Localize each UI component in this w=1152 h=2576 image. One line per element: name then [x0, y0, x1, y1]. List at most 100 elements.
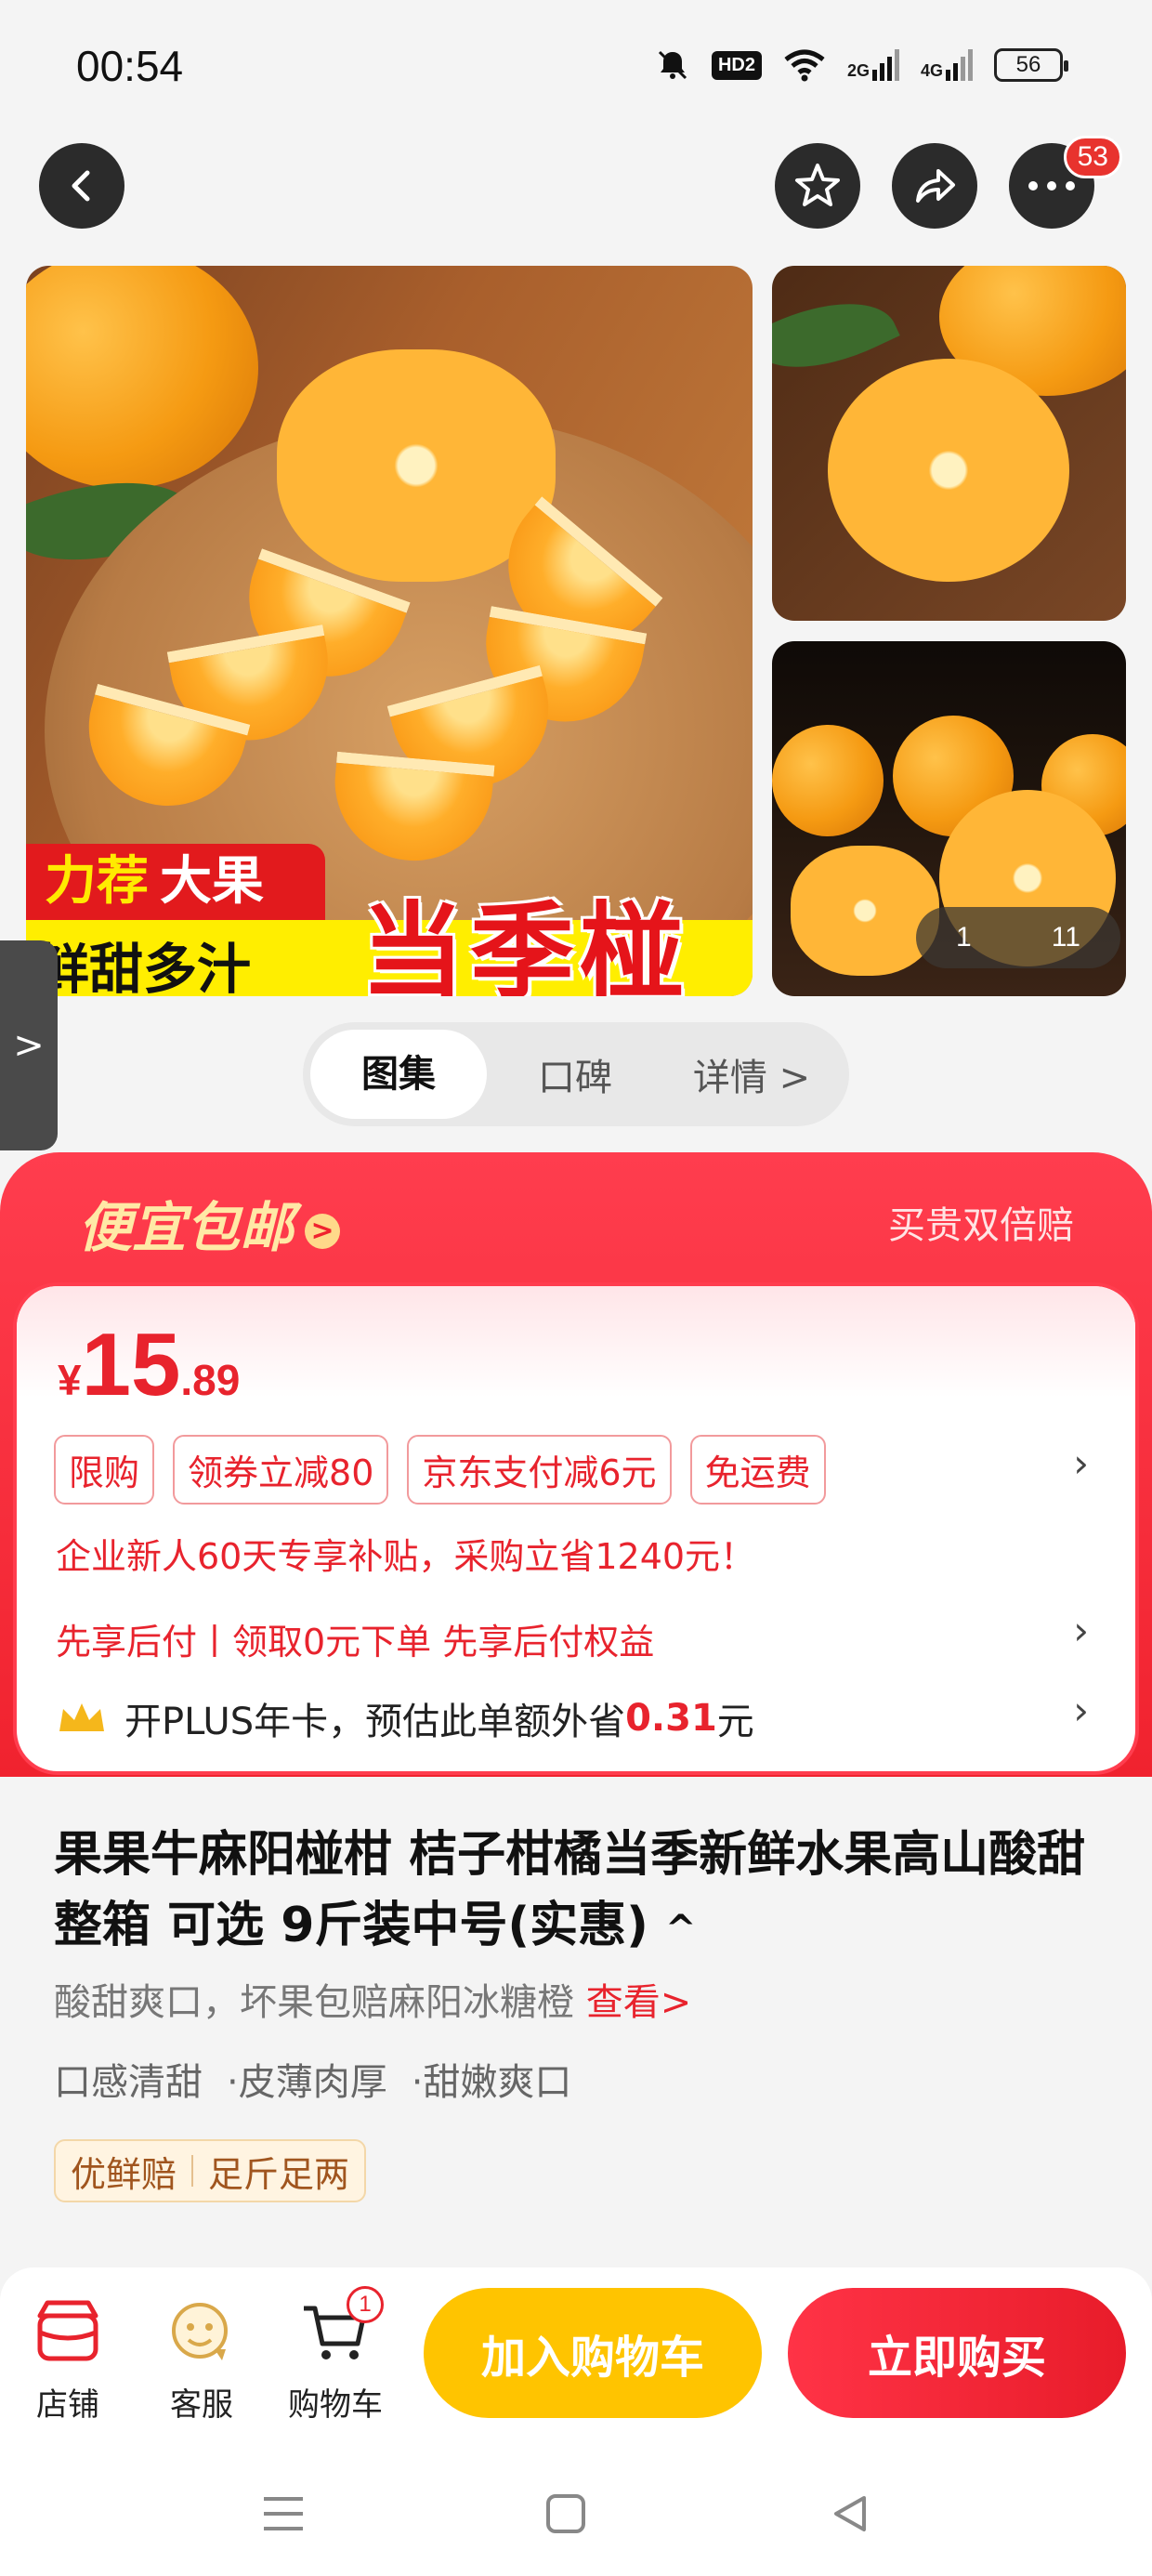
- promo-tag: 限购: [54, 1435, 155, 1505]
- title-expand-toggle[interactable]: ^: [665, 1908, 697, 1951]
- feature-item: ·皮薄肉厚: [227, 2061, 387, 2104]
- price-decimal: .89: [180, 1356, 241, 1404]
- promo-strip-text: 鲜甜多汁: [35, 938, 252, 996]
- more-dots-icon: [1028, 181, 1075, 191]
- back-nav-button[interactable]: [818, 2481, 883, 2546]
- signal-2g: 2G: [847, 49, 900, 81]
- image-counter-current: 1: [956, 922, 972, 953]
- main-product-image[interactable]: 力荐大果 鲜甜多汁 当季椪柑: [26, 266, 753, 996]
- product-features: 口感清甜 ·皮薄肉厚 ·甜嫩爽口: [54, 2052, 571, 2106]
- chevron-right-icon[interactable]: ›: [1073, 1688, 1089, 1733]
- status-icons: HD2 2G 4G 56: [654, 46, 1068, 84]
- status-time: 00:54: [76, 42, 184, 90]
- promo-tag: 免运费: [689, 1435, 826, 1505]
- plus-membership-offer[interactable]: 开PLUS年卡，预估此单额外省 0.31 元: [56, 1691, 754, 1745]
- promo-tag-2: 大果: [160, 851, 264, 912]
- signal-2g-label: 2G: [846, 61, 870, 80]
- image-counter-total: 11: [1051, 922, 1080, 953]
- home-square-icon: [546, 2494, 585, 2533]
- signal-4g-label: 4G: [920, 61, 943, 80]
- cart-button[interactable]: 1 购物车: [275, 2286, 396, 2425]
- shop-button[interactable]: 店铺: [7, 2295, 128, 2425]
- product-desc: 酸甜爽口，坏果包赔麻阳冰糖橙 查看>: [54, 1972, 691, 2026]
- price-integer: 15: [81, 1315, 181, 1414]
- deal-title[interactable]: 便宜包邮 >: [78, 1184, 341, 1262]
- side-handle-chevron: >: [13, 1024, 45, 1067]
- feature-item: ·甜嫩爽口: [411, 2061, 572, 2104]
- customer-service-label: 客服: [170, 2386, 233, 2424]
- deal-title-text: 便宜包邮: [78, 1196, 295, 1259]
- status-bar: 00:54 HD2 2G 4G 56: [0, 0, 1152, 130]
- battery-indicator: 56: [994, 48, 1068, 82]
- chevron-right-icon[interactable]: ›: [1073, 1440, 1089, 1486]
- signal-bars-icon: [871, 49, 899, 81]
- hd-voice-badge: HD2: [711, 50, 762, 80]
- back-triangle-icon: [834, 2496, 866, 2531]
- plus-offer-suffix: 元: [716, 1701, 754, 1743]
- menu-nav-button[interactable]: [251, 2481, 316, 2546]
- cart-label: 购物车: [288, 2386, 383, 2424]
- promo-tag: 领券立减80: [173, 1435, 389, 1505]
- deal-arrow-icon: >: [305, 1213, 341, 1249]
- price-currency: ¥: [58, 1356, 82, 1404]
- signal-4g: 4G: [921, 49, 974, 81]
- tab-details[interactable]: 详情 >: [663, 1047, 840, 1101]
- pay-later-offer[interactable]: 先享后付丨领取0元下单 先享后付权益: [56, 1613, 654, 1664]
- wifi-icon: [784, 49, 825, 82]
- home-nav-button[interactable]: [533, 2481, 598, 2546]
- buy-now-button[interactable]: 立即购买: [788, 2288, 1126, 2418]
- image-counter: 1 11: [916, 907, 1120, 968]
- customer-service-icon: [164, 2295, 239, 2370]
- share-button[interactable]: [892, 143, 977, 229]
- promo-headline: 当季椪柑: [360, 892, 689, 996]
- cart-icon: 1: [298, 2286, 384, 2370]
- product-info: 果果牛麻阳椪柑 桔子柑橘当季新鲜水果高山酸甜整箱 可选 9斤装中号(实惠) ^ …: [0, 1777, 1152, 2269]
- orange-image: [772, 725, 884, 836]
- view-more-link[interactable]: 查看>: [586, 1981, 692, 2024]
- product-title: 果果牛麻阳椪柑 桔子柑橘当季新鲜水果高山酸甜整箱 可选 9斤装中号(实惠) ^: [54, 1820, 1094, 1965]
- promo-tags[interactable]: 限购 领券立减80 京东支付减6元 免运费: [54, 1435, 826, 1505]
- message-count-badge: 53: [1063, 136, 1122, 178]
- more-button[interactable]: 53: [1009, 136, 1122, 229]
- promo-label-recommend: 力荐 大果: [26, 844, 325, 920]
- orange-half-image: [828, 359, 1069, 582]
- orange-image: [26, 266, 258, 489]
- guarantee-fresh: 优鲜赔: [71, 2153, 177, 2195]
- add-to-cart-button[interactable]: 加入购物车: [424, 2288, 762, 2418]
- cart-count-badge: 1: [347, 2286, 384, 2323]
- share-icon: [916, 169, 955, 203]
- plus-offer-amount: 0.31: [625, 1697, 717, 1740]
- back-arrow-icon: [72, 170, 90, 202]
- back-button[interactable]: [39, 143, 124, 229]
- crown-icon: [59, 1703, 104, 1731]
- promo-tag-1: 力荐: [45, 851, 149, 912]
- peeled-orange-image: [791, 846, 939, 976]
- chevron-right-icon[interactable]: ›: [1073, 1608, 1089, 1653]
- shop-icon: [31, 2295, 105, 2370]
- mute-bell-icon: [658, 50, 687, 80]
- system-nav-bar: [0, 2450, 1152, 2576]
- promo-tag: 京东支付减6元: [407, 1435, 672, 1505]
- side-drawer-handle[interactable]: >: [0, 940, 58, 1150]
- bottom-action-bar: 店铺 客服 1 购物车 加入购物车 立即购买: [0, 2267, 1152, 2450]
- tab-reviews[interactable]: 口碑: [487, 1047, 663, 1101]
- gallery-tabs: 图集 口碑 详情 >: [303, 1022, 849, 1126]
- menu-icon: [264, 2497, 303, 2530]
- product-title-text: 果果牛麻阳椪柑 桔子柑橘当季新鲜水果高山酸甜整箱 可选 9斤装中号(实惠): [54, 1827, 1086, 1953]
- thumbnail-image-1[interactable]: [772, 266, 1126, 621]
- star-icon: [795, 164, 840, 206]
- guarantee-badge[interactable]: 优鲜赔 足斤足两: [54, 2139, 367, 2202]
- favorite-button[interactable]: [775, 143, 860, 229]
- deal-section: 便宜包邮 > 买贵双倍赔 ¥15.89 限购 领券立减80 京东支付减6元 免运费…: [0, 1152, 1152, 1782]
- shop-label: 店铺: [36, 2386, 99, 2424]
- price: ¥15.89: [58, 1314, 240, 1416]
- signal-bars-icon: [946, 49, 973, 81]
- tab-gallery[interactable]: 图集: [310, 1030, 487, 1119]
- price-card: ¥15.89 限购 领券立减80 京东支付减6元 免运费 › 企业新人60天专享…: [13, 1282, 1139, 1775]
- customer-service-button[interactable]: 客服: [141, 2295, 262, 2425]
- enterprise-subsidy: 企业新人60天专享补贴，采购立省1240元！: [56, 1536, 756, 1577]
- price-guarantee[interactable]: 买贵双倍赔: [888, 1195, 1074, 1249]
- feature-item: 口感清甜: [54, 2061, 203, 2104]
- plus-offer-prefix: 开PLUS年卡，预估此单额外省: [124, 1701, 626, 1743]
- product-desc-text: 酸甜爽口，坏果包赔麻阳冰糖橙: [54, 1981, 574, 2024]
